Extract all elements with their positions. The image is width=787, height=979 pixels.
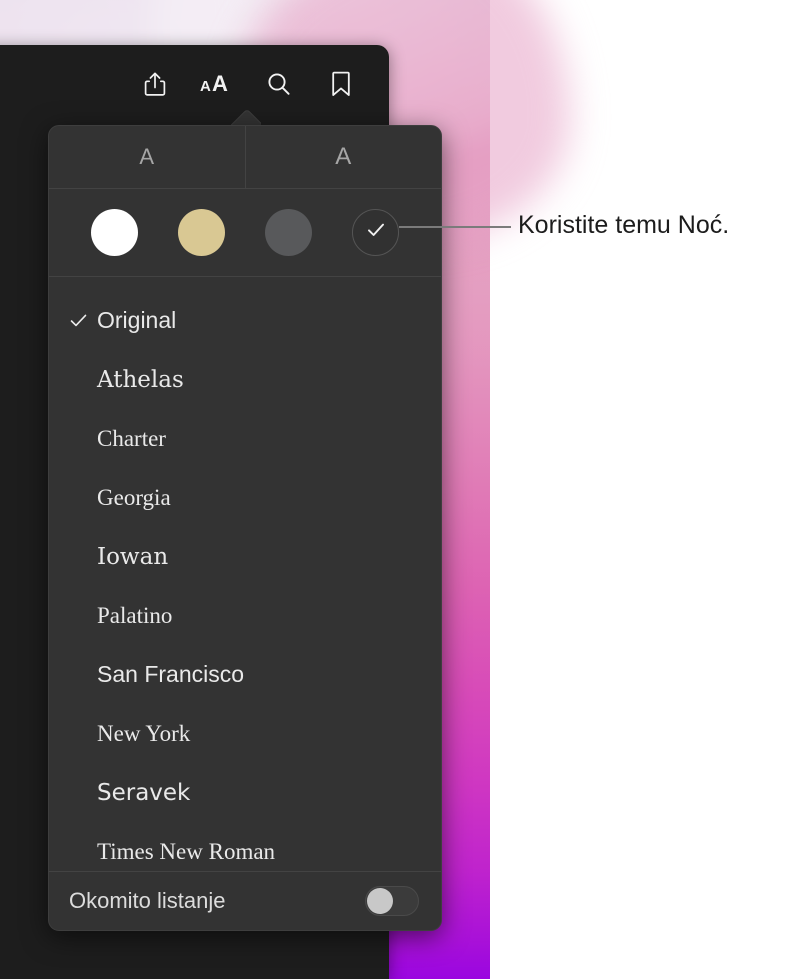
- bookmark-icon: [330, 70, 352, 98]
- font-list: Original Athelas Charter Georgia Iowan Palati…: [49, 277, 441, 891]
- font-size-icon: A A: [200, 72, 234, 96]
- font-item[interactable]: Athelas: [49, 350, 441, 409]
- check-icon: [365, 219, 387, 246]
- appearance-popover: A A Original Athelas Charter Georgia Iowan Pa…: [48, 125, 442, 931]
- font-size-button[interactable]: A A: [199, 66, 235, 102]
- theme-row: [49, 189, 441, 277]
- bookmark-button[interactable]: [323, 66, 359, 102]
- share-icon: [143, 71, 167, 97]
- font-size-row: A A: [49, 126, 441, 189]
- font-item[interactable]: San Francisco: [49, 645, 441, 704]
- increase-font-size-label: A: [335, 143, 352, 170]
- font-item-label: San Francisco: [97, 661, 245, 687]
- font-item-label: Charter: [97, 425, 166, 451]
- font-item-label: Times New Roman: [97, 838, 276, 864]
- search-button[interactable]: [261, 66, 297, 102]
- theme-swatch-white[interactable]: [91, 209, 138, 256]
- decrease-font-size-label: A: [139, 144, 155, 169]
- decrease-font-size-button[interactable]: A: [49, 126, 245, 188]
- font-item[interactable]: Palatino: [49, 586, 441, 645]
- font-item-label: New York: [97, 720, 191, 746]
- svg-text:A: A: [212, 72, 228, 96]
- font-item-label: Athelas: [97, 366, 184, 393]
- check-icon: [69, 311, 97, 330]
- search-icon: [266, 71, 292, 97]
- toggle-knob: [367, 888, 393, 914]
- increase-font-size-button[interactable]: A: [246, 126, 442, 188]
- font-item[interactable]: Iowan: [49, 527, 441, 586]
- vertical-scrolling-label: Okomito listanje: [69, 888, 226, 913]
- font-item[interactable]: New York: [49, 704, 441, 763]
- vertical-scrolling-toggle[interactable]: [365, 886, 419, 916]
- share-button[interactable]: [137, 66, 173, 102]
- callout-leader-line: [399, 226, 511, 228]
- theme-swatch-night[interactable]: [352, 209, 399, 256]
- font-item-label: Palatino: [97, 602, 173, 628]
- font-item[interactable]: Georgia: [49, 468, 441, 527]
- font-item-label: Georgia: [97, 484, 171, 510]
- font-item[interactable]: Charter: [49, 409, 441, 468]
- theme-swatch-sepia[interactable]: [178, 209, 225, 256]
- font-item-label: Seravek: [97, 779, 191, 806]
- popover-arrow: [231, 107, 261, 126]
- callout-label: Koristite temu Noć.: [518, 211, 730, 239]
- font-item-label: Iowan: [97, 543, 169, 570]
- svg-text:A: A: [200, 78, 211, 95]
- font-item-label: Original: [97, 307, 177, 333]
- font-item[interactable]: Seravek: [49, 763, 441, 822]
- vertical-scrolling-row: Okomito listanje: [49, 871, 441, 930]
- font-item[interactable]: Original: [49, 291, 441, 350]
- theme-swatch-gray[interactable]: [265, 209, 312, 256]
- reader-toolbar: A A: [0, 45, 389, 123]
